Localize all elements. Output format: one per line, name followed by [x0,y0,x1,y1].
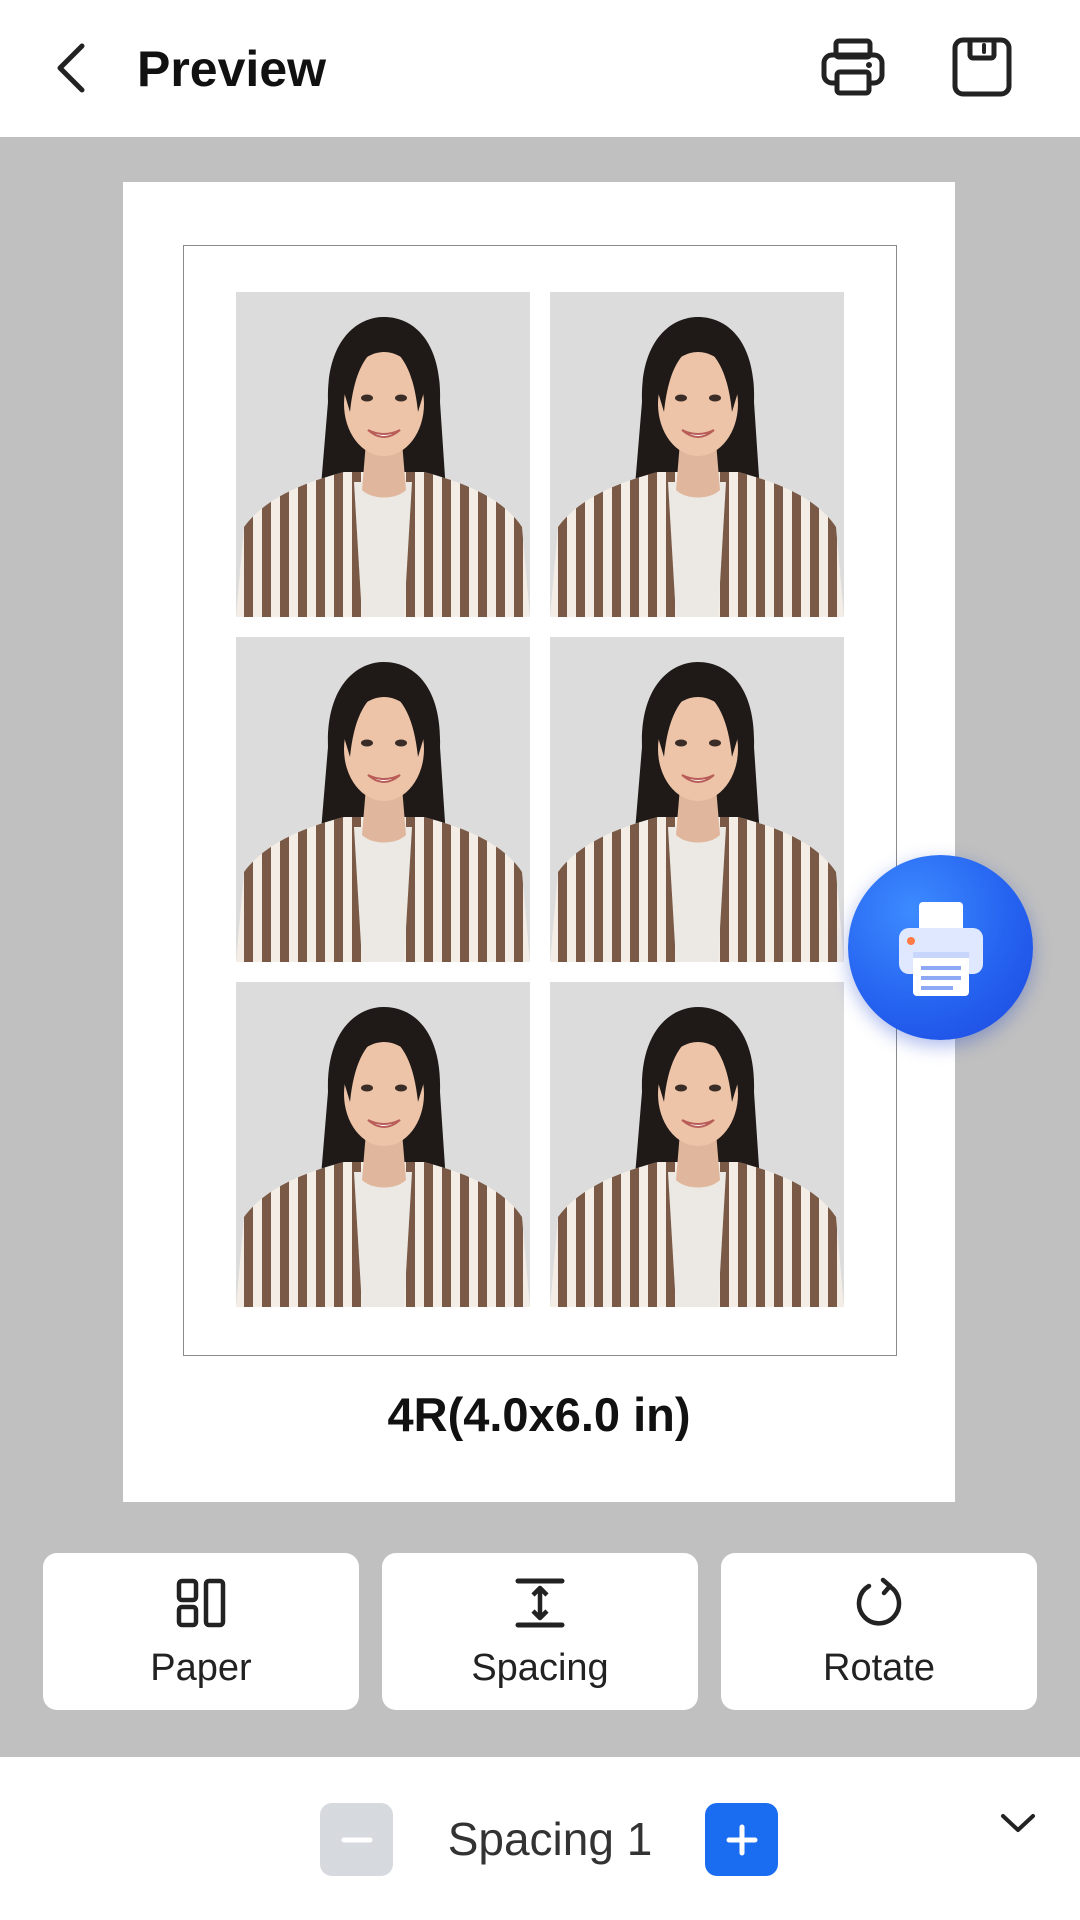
id-photo-5[interactable] [236,982,530,1307]
floating-print-button[interactable] [848,855,1033,1040]
printer-icon [898,901,983,996]
layout-grid-icon [176,1578,226,1628]
id-photo-4[interactable] [550,637,844,962]
id-photo-6[interactable] [550,982,844,1307]
print-area-frame [183,245,897,1356]
back-button[interactable] [40,36,104,100]
paper-button[interactable]: Paper [43,1553,359,1710]
chevron-left-icon [57,43,85,93]
printer-icon [821,38,885,96]
id-photo-3[interactable] [236,637,530,962]
decrease-spacing-button[interactable] [320,1803,393,1876]
minus-icon [341,1837,372,1842]
paper-button-label: Paper [150,1647,252,1689]
spacing-value: Spacing 1 [447,1813,653,1865]
vertical-spacing-icon [515,1578,565,1628]
print-button[interactable] [817,34,889,100]
plus-icon [726,1824,757,1855]
paper-size-label: 4R(4.0x6.0 in) [387,1388,691,1441]
rotate-icon [856,1577,902,1626]
page-title: Preview [137,41,327,97]
rotate-button-label: Rotate [823,1647,935,1689]
paper-sheet: 4R(4.0x6.0 in) [123,182,955,1502]
top-app-bar: Preview [0,0,1080,137]
spacing-button[interactable]: Spacing [382,1553,698,1710]
id-photo-2[interactable] [550,292,844,617]
id-photo-1[interactable] [236,292,530,617]
spacing-button-label: Spacing [471,1647,609,1689]
spacing-control-bar: Spacing 1 [0,1757,1080,1920]
rotate-button[interactable]: Rotate [721,1553,1037,1710]
save-icon [952,37,1012,97]
preview-canvas: 4R(4.0x6.0 in) [0,137,1080,1757]
chevron-down-icon [1001,1814,1035,1832]
collapse-panel-button[interactable] [992,1797,1044,1849]
save-button[interactable] [946,34,1018,100]
increase-spacing-button[interactable] [705,1803,778,1876]
